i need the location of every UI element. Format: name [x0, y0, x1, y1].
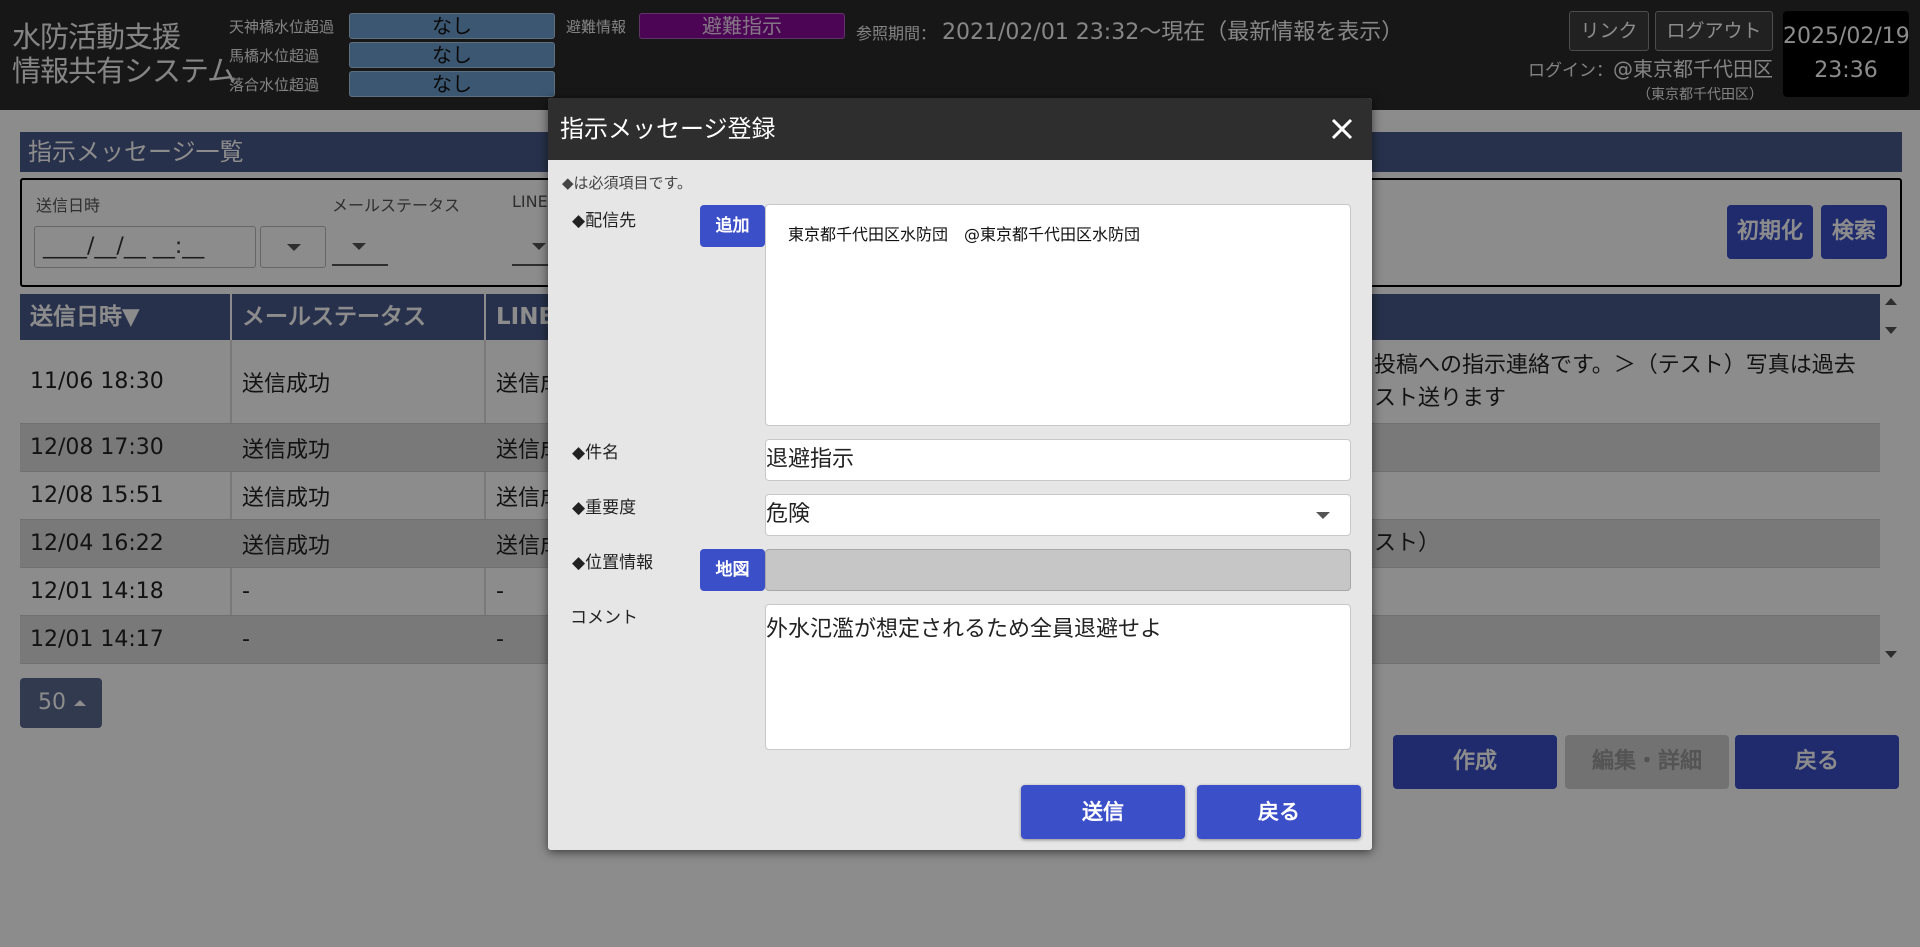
comment-label: コメント [570, 608, 638, 628]
map-button[interactable]: 地図 [700, 549, 765, 591]
subject-label: ◆件名 [572, 443, 620, 463]
recipients-label: ◆配信先 [572, 211, 637, 231]
chevron-down-icon [1316, 512, 1330, 519]
close-icon[interactable] [1326, 113, 1358, 145]
severity-select[interactable]: 危険 [765, 494, 1351, 536]
location-input [765, 549, 1351, 591]
recipients-list[interactable]: 東京都千代田区水防団 @東京都千代田区水防団 [765, 204, 1351, 426]
dialog-title: 指示メッセージ登録 [560, 115, 776, 143]
severity-label: ◆重要度 [572, 498, 637, 518]
dialog-header: 指示メッセージ登録 [548, 98, 1372, 160]
subject-input[interactable]: 退避指示 [765, 439, 1351, 481]
recipient-item: 東京都千代田区水防団 @東京都千代田区水防団 [788, 225, 1141, 244]
dialog-back-button[interactable]: 戻る [1197, 785, 1361, 839]
comment-textarea[interactable]: 外水氾濫が想定されるため全員退避せよ [765, 604, 1351, 750]
required-note: ◆は必須項目です。 [562, 174, 693, 192]
severity-value: 危険 [766, 502, 811, 527]
location-label: ◆位置情報 [572, 553, 654, 573]
add-recipient-button[interactable]: 追加 [700, 205, 765, 247]
send-button[interactable]: 送信 [1021, 785, 1185, 839]
instruction-message-dialog: 指示メッセージ登録 ◆は必須項目です。 ◆配信先 追加 東京都千代田区水防団 @… [548, 98, 1372, 850]
